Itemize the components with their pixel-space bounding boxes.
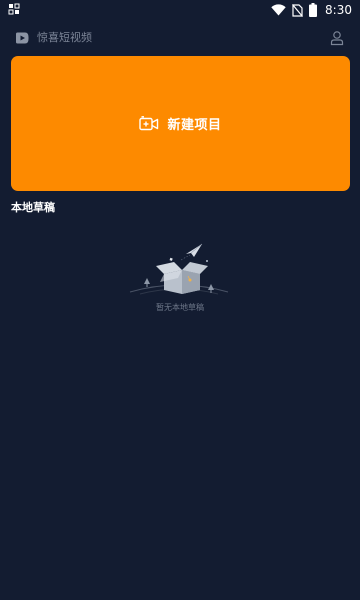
new-project-label: 新建项目 xyxy=(167,118,222,133)
no-sim-icon xyxy=(292,3,304,17)
status-time: 8:30 xyxy=(325,3,352,17)
app-title: 惊喜短视频 xyxy=(37,31,92,44)
empty-box-icon xyxy=(129,243,229,295)
wifi-icon xyxy=(271,4,286,16)
video-camera-add-icon xyxy=(139,115,159,130)
play-logo-icon xyxy=(16,32,29,44)
user-icon[interactable] xyxy=(328,29,346,47)
battery-icon xyxy=(309,3,318,17)
status-icons: 8:30 xyxy=(271,2,352,18)
section-title: 本地草稿 xyxy=(11,201,55,214)
app-screen: 8:30 惊喜短视频 新建项目 本地草稿 暂无本地草稿 xyxy=(0,0,360,600)
empty-state-message: 暂无本地草稿 xyxy=(156,303,204,312)
notification-icon xyxy=(8,3,20,15)
app-header: 惊喜短视频 xyxy=(0,26,360,50)
new-project-button[interactable]: 新建项目 xyxy=(11,56,350,191)
status-bar: 8:30 xyxy=(0,0,360,20)
